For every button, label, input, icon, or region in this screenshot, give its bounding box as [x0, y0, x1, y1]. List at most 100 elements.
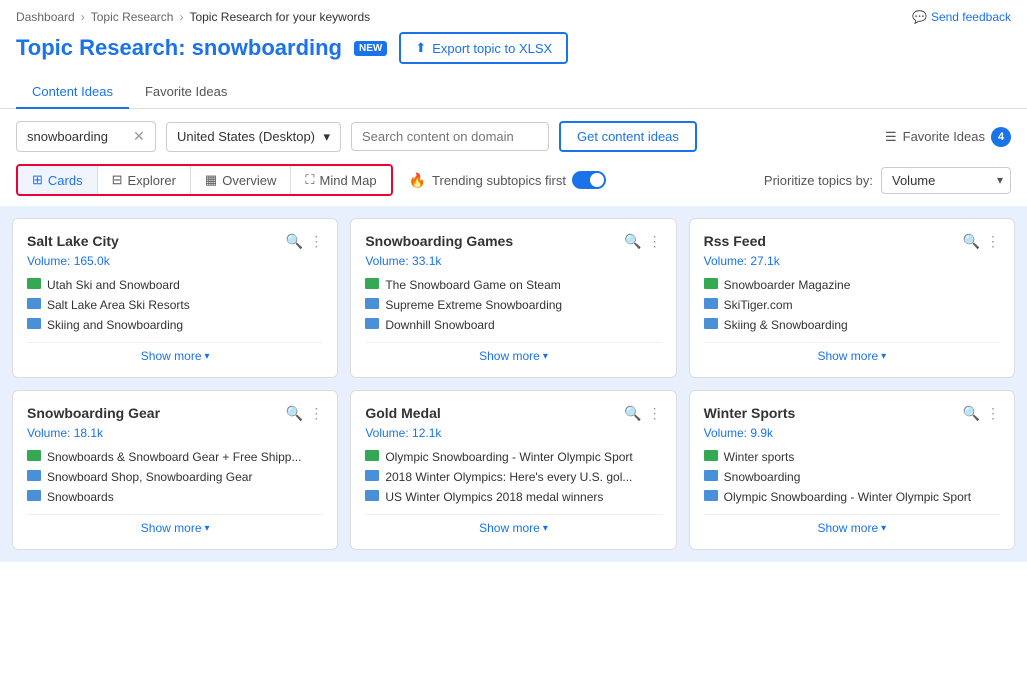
explorer-icon: ⊟	[112, 172, 123, 188]
card-actions-1[interactable]: 🔍⋮	[624, 233, 661, 250]
get-ideas-button[interactable]: Get content ideas	[559, 121, 697, 152]
search-icon[interactable]: 🔍	[624, 233, 641, 250]
show-more-label: Show more	[479, 349, 540, 363]
overview-label: Overview	[222, 173, 276, 188]
card-item-text-2-2: Skiing & Snowboarding	[724, 318, 848, 332]
card-header-5: Winter Sports🔍⋮	[704, 405, 1000, 422]
card-item-1-1: Supreme Extreme Snowboarding	[365, 298, 661, 312]
card-item-text-1-2: Downhill Snowboard	[385, 318, 494, 332]
card-title-4: Gold Medal	[365, 405, 440, 421]
card-item-4-2: US Winter Olympics 2018 medal winners	[365, 490, 661, 504]
chevron-down-icon: ▾	[205, 351, 210, 362]
show-more-3[interactable]: Show more▾	[27, 514, 323, 535]
cards-label: Cards	[48, 173, 83, 188]
card-2: Rss Feed🔍⋮Volume: 27.1kSnowboarder Magaz…	[689, 218, 1015, 378]
blue-flag-icon	[27, 470, 41, 481]
show-more-4[interactable]: Show more▾	[365, 514, 661, 535]
domain-search-field[interactable]	[351, 122, 549, 151]
location-value: United States (Desktop)	[177, 129, 315, 144]
card-item-text-3-2: Snowboards	[47, 490, 114, 504]
favorite-count-badge: 4	[991, 127, 1011, 147]
search-icon[interactable]: 🔍	[286, 233, 303, 250]
show-more-5[interactable]: Show more▾	[704, 514, 1000, 535]
volume-select[interactable]: Volume Efficiency Topic Efficiency	[881, 167, 1011, 194]
card-items-1: The Snowboard Game on Steam Supreme Extre…	[365, 278, 661, 332]
card-0: Salt Lake City🔍⋮Volume: 165.0kUtah Ski a…	[12, 218, 338, 378]
card-actions-2[interactable]: 🔍⋮	[963, 233, 1000, 250]
cards-container: Salt Lake City🔍⋮Volume: 165.0kUtah Ski a…	[0, 206, 1027, 562]
card-header-4: Gold Medal🔍⋮	[365, 405, 661, 422]
page-title-section: Topic Research: snowboarding new ⬆ Expor…	[0, 24, 1027, 76]
view-tab-cards[interactable]: ⊞ Cards	[18, 166, 98, 194]
card-item-5-1: Snowboarding	[704, 470, 1000, 484]
view-tab-overview[interactable]: ▦ Overview	[191, 166, 291, 194]
more-icon[interactable]: ⋮	[309, 233, 323, 250]
search-icon[interactable]: 🔍	[963, 405, 980, 422]
view-tab-explorer[interactable]: ⊟ Explorer	[98, 166, 191, 194]
card-header-1: Snowboarding Games🔍⋮	[365, 233, 661, 250]
show-more-0[interactable]: Show more▾	[27, 342, 323, 363]
card-actions-3[interactable]: 🔍⋮	[286, 405, 323, 422]
more-icon[interactable]: ⋮	[986, 233, 1000, 250]
show-more-1[interactable]: Show more▾	[365, 342, 661, 363]
location-chevron-icon: ▾	[323, 129, 330, 145]
card-header-2: Rss Feed🔍⋮	[704, 233, 1000, 250]
volume-select-wrapper[interactable]: Volume Efficiency Topic Efficiency	[881, 167, 1011, 194]
export-button[interactable]: ⬆ Export topic to XLSX	[399, 32, 568, 64]
blue-flag-icon	[704, 470, 718, 481]
more-icon[interactable]: ⋮	[648, 405, 662, 422]
card-items-3: Snowboards & Snowboard Gear + Free Shipp…	[27, 450, 323, 504]
main-tabs: Content Ideas Favorite Ideas	[0, 76, 1027, 109]
search-icon[interactable]: 🔍	[963, 233, 980, 250]
breadcrumb-topic-research[interactable]: Topic Research	[91, 10, 174, 24]
more-icon[interactable]: ⋮	[309, 405, 323, 422]
card-item-3-0: Snowboards & Snowboard Gear + Free Shipp…	[27, 450, 323, 464]
keyword-input[interactable]	[27, 129, 127, 144]
card-header-3: Snowboarding Gear🔍⋮	[27, 405, 323, 422]
card-item-4-0: Olympic Snowboarding - Winter Olympic Sp…	[365, 450, 661, 464]
feedback-label: Send feedback	[931, 10, 1011, 24]
tab-favorite-ideas[interactable]: Favorite Ideas	[129, 76, 243, 109]
more-icon[interactable]: ⋮	[648, 233, 662, 250]
favorite-ideas-label[interactable]: Favorite Ideas	[903, 129, 985, 144]
card-actions-4[interactable]: 🔍⋮	[624, 405, 661, 422]
card-title-1: Snowboarding Games	[365, 233, 513, 249]
tab-content-ideas[interactable]: Content Ideas	[16, 76, 129, 109]
fire-icon: 🔥	[409, 172, 426, 189]
card-item-4-1: 2018 Winter Olympics: Here's every U.S. …	[365, 470, 661, 484]
green-flag-icon	[27, 278, 41, 289]
card-item-text-0-2: Skiing and Snowboarding	[47, 318, 183, 332]
more-icon[interactable]: ⋮	[986, 405, 1000, 422]
card-item-5-2: Olympic Snowboarding - Winter Olympic Sp…	[704, 490, 1000, 504]
domain-input[interactable]	[362, 129, 538, 144]
card-item-0-0: Utah Ski and Snowboard	[27, 278, 323, 292]
show-more-2[interactable]: Show more▾	[704, 342, 1000, 363]
card-item-text-4-1: 2018 Winter Olympics: Here's every U.S. …	[385, 470, 632, 484]
trending-toggle-switch[interactable]	[572, 171, 606, 189]
send-feedback-button[interactable]: 💬 Send feedback	[912, 10, 1011, 24]
green-flag-icon	[704, 278, 718, 289]
search-icon[interactable]: 🔍	[286, 405, 303, 422]
card-items-4: Olympic Snowboarding - Winter Olympic Sp…	[365, 450, 661, 504]
keyword-search-field[interactable]: ✕	[16, 121, 156, 152]
card-actions-0[interactable]: 🔍⋮	[286, 233, 323, 250]
card-volume-3: Volume: 18.1k	[27, 426, 323, 440]
blue-flag-icon	[27, 318, 41, 329]
search-icon[interactable]: 🔍	[624, 405, 641, 422]
card-title-0: Salt Lake City	[27, 233, 119, 249]
card-actions-5[interactable]: 🔍⋮	[963, 405, 1000, 422]
card-item-2-1: SkiTiger.com	[704, 298, 1000, 312]
card-title-2: Rss Feed	[704, 233, 766, 249]
breadcrumb-dashboard[interactable]: Dashboard	[16, 10, 75, 24]
card-item-3-1: Snowboard Shop, Snowboarding Gear	[27, 470, 323, 484]
card-volume-1: Volume: 33.1k	[365, 254, 661, 268]
card-items-5: Winter sportsSnowboardingOlympic Snowboa…	[704, 450, 1000, 504]
blue-flag-icon	[704, 318, 718, 329]
clear-keyword-icon[interactable]: ✕	[133, 128, 145, 145]
location-selector[interactable]: United States (Desktop) ▾	[166, 122, 341, 152]
feedback-icon: 💬	[912, 10, 927, 24]
card-item-text-1-0: The Snowboard Game on Steam	[385, 278, 560, 292]
toggle-knob	[590, 173, 604, 187]
card-title-5: Winter Sports	[704, 405, 796, 421]
view-tab-mindmap[interactable]: ⛶ Mind Map	[291, 166, 390, 194]
